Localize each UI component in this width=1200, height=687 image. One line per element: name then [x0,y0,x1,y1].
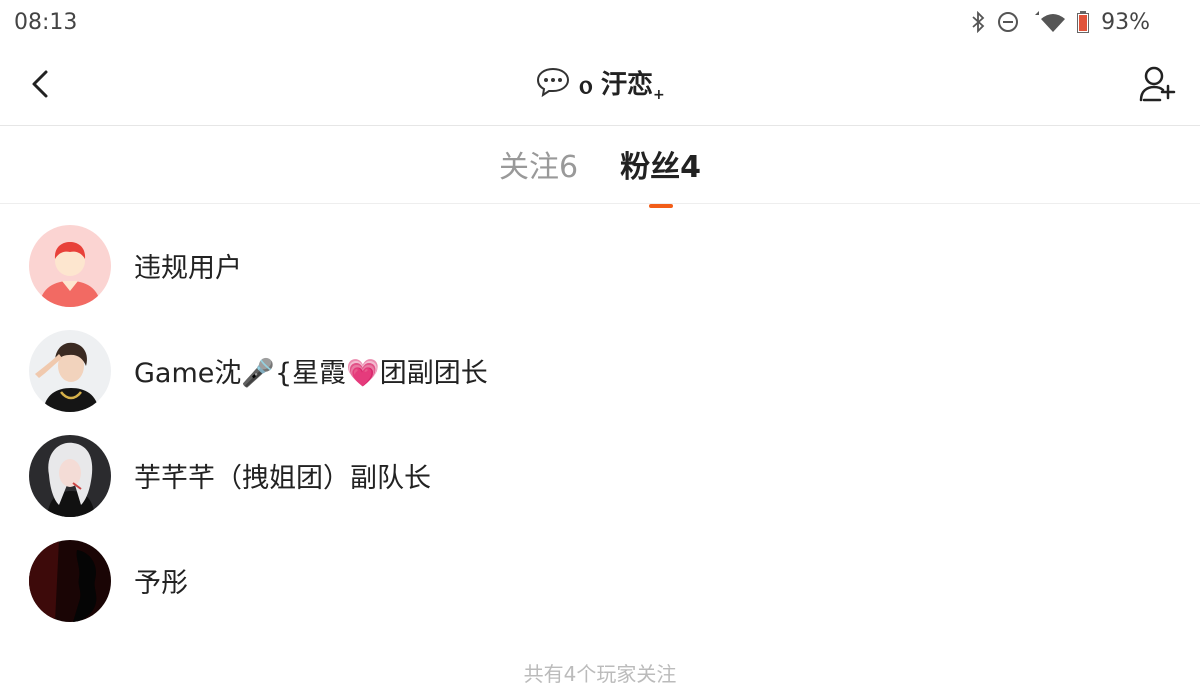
avatar[interactable] [29,539,111,622]
tab-followers[interactable]: 粉丝4 [620,142,701,208]
nav-bar: ⲟ 汙恋+ [0,44,1200,126]
wifi-icon [1031,11,1066,33]
active-tab-indicator [648,203,673,208]
tab-following[interactable]: 关注6 [499,142,578,188]
tab-following-label: 关注6 [499,149,579,185]
avatar[interactable] [29,224,111,307]
title-suffix: + [653,87,665,104]
do-not-disturb-icon [997,11,1019,33]
avatar[interactable] [29,434,111,517]
list-item[interactable]: 违规用户 [0,213,1200,318]
add-user-button[interactable] [1138,64,1178,104]
bluetooth-icon [971,11,985,33]
avatar[interactable] [29,329,111,412]
add-user-icon [1139,66,1176,102]
user-avatar-image [29,329,111,412]
follower-name: Game沈🎤{星霞💗团副团长 [134,358,488,389]
follower-list: 违规用户 Game沈🎤{星霞💗团副团长 芋芊芊（拽姐团）副队长 予彤 [0,213,1200,633]
page-title: ⲟ 汙恋+ [0,64,1200,104]
tabs: 关注6 粉丝4 [0,126,1200,208]
battery-icon [1077,11,1090,33]
follower-count-footer: 共有4个玩家关注 [523,662,677,686]
status-icons: 93% [971,10,1186,35]
battery-percentage: 93% [1101,9,1150,35]
default-avatar-icon [29,224,111,307]
user-avatar-image [29,539,111,622]
status-bar: 08:13 93% [0,0,1200,44]
tab-followers-label: 粉丝4 [620,149,701,185]
list-item[interactable]: Game沈🎤{星霞💗团副团长 [0,318,1200,423]
follower-name: 违规用户 [134,253,242,284]
list-item[interactable]: 予彤 [0,528,1200,633]
chat-bubble-icon [535,66,571,102]
title-text: ⲟ 汙恋+ [579,70,665,104]
status-time: 08:13 [14,9,78,35]
list-item[interactable]: 芋芊芊（拽姐团）副队长 [0,423,1200,528]
follower-name: 芋芊芊（拽姐团）副队长 [134,463,431,494]
follower-name: 予彤 [134,568,188,599]
user-avatar-image [29,434,111,517]
